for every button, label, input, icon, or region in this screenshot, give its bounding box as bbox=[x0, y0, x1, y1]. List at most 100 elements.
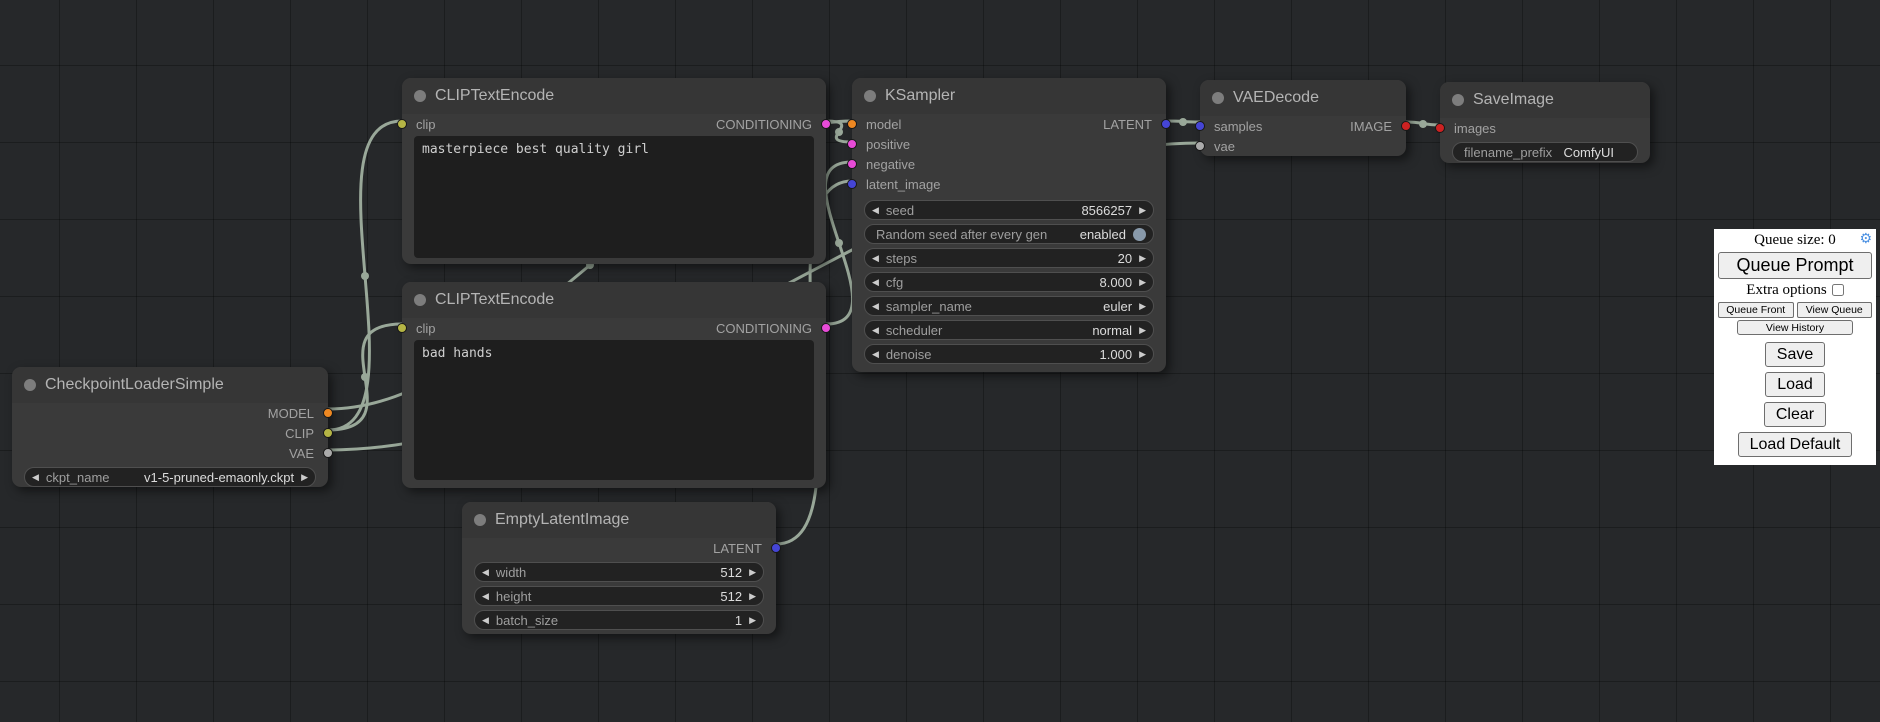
node-title-bar[interactable]: CheckpointLoaderSimple bbox=[12, 367, 328, 403]
input-slot-model[interactable] bbox=[847, 119, 857, 129]
widget-batch-size[interactable]: ◀ batch_size 1 ▶ bbox=[474, 610, 764, 630]
node-collapse-dot[interactable] bbox=[1212, 92, 1224, 104]
extra-options-checkbox[interactable] bbox=[1832, 284, 1844, 296]
increment-arrow-icon[interactable]: ▶ bbox=[1139, 350, 1146, 359]
queue-front-button[interactable]: Queue Front bbox=[1718, 302, 1794, 318]
widget-cfg[interactable]: ◀ cfg 8.000 ▶ bbox=[864, 272, 1154, 292]
link-midpoint-dot bbox=[835, 128, 843, 136]
widget-denoise[interactable]: ◀ denoise 1.000 ▶ bbox=[864, 344, 1154, 364]
output-slot-model[interactable] bbox=[323, 408, 333, 418]
widget-height[interactable]: ◀ height 512 ▶ bbox=[474, 586, 764, 606]
node-empty-latent-image[interactable]: EmptyLatentImage LATENT ◀ width 512 ▶ ◀ … bbox=[462, 502, 776, 634]
widget-label: Random seed after every gen bbox=[876, 227, 1047, 242]
toggle-on-dot[interactable] bbox=[1133, 228, 1146, 241]
node-clip-text-encode-positive[interactable]: CLIPTextEncode clip CONDITIONING masterp… bbox=[402, 78, 826, 264]
input-label-positive: positive bbox=[866, 137, 910, 152]
node-collapse-dot[interactable] bbox=[414, 90, 426, 102]
node-title-bar[interactable]: CLIPTextEncode bbox=[402, 78, 826, 114]
output-label-conditioning: CONDITIONING bbox=[716, 117, 812, 132]
widget-seed[interactable]: ◀ seed 8566257 ▶ bbox=[864, 200, 1154, 220]
widget-value: 512 bbox=[720, 589, 742, 604]
decrement-arrow-icon[interactable]: ◀ bbox=[482, 592, 489, 601]
decrement-arrow-icon[interactable]: ◀ bbox=[872, 254, 879, 263]
node-title-bar[interactable]: KSampler bbox=[852, 78, 1166, 114]
node-collapse-dot[interactable] bbox=[474, 514, 486, 526]
output-slot-vae[interactable] bbox=[323, 448, 333, 458]
decrement-arrow-icon[interactable]: ◀ bbox=[482, 568, 489, 577]
input-slot-negative[interactable] bbox=[847, 159, 857, 169]
widget-steps[interactable]: ◀ steps 20 ▶ bbox=[864, 248, 1154, 268]
node-title: VAEDecode bbox=[1233, 89, 1319, 107]
load-button[interactable]: Load bbox=[1765, 372, 1825, 397]
input-slot-images[interactable] bbox=[1435, 123, 1445, 133]
output-label-clip: CLIP bbox=[285, 426, 314, 441]
widget-sampler-name[interactable]: ◀ sampler_name euler ▶ bbox=[864, 296, 1154, 316]
input-slot-latent-image[interactable] bbox=[847, 179, 857, 189]
decrement-arrow-icon[interactable]: ◀ bbox=[32, 473, 39, 482]
input-slot-positive[interactable] bbox=[847, 139, 857, 149]
node-title: SaveImage bbox=[1473, 91, 1554, 109]
output-slot-conditioning[interactable] bbox=[821, 119, 831, 129]
output-slot-latent[interactable] bbox=[1161, 119, 1171, 129]
node-collapse-dot[interactable] bbox=[1452, 94, 1464, 106]
increment-arrow-icon[interactable]: ▶ bbox=[1139, 278, 1146, 287]
load-default-button[interactable]: Load Default bbox=[1738, 432, 1853, 457]
increment-arrow-icon[interactable]: ▶ bbox=[1139, 302, 1146, 311]
input-slot-clip[interactable] bbox=[397, 119, 407, 129]
queue-prompt-button[interactable]: Queue Prompt bbox=[1718, 252, 1872, 279]
input-label-clip: clip bbox=[416, 321, 436, 336]
widget-random-seed-toggle[interactable]: Random seed after every gen enabled bbox=[864, 224, 1154, 244]
node-save-image[interactable]: SaveImage images filename_prefix ComfyUI bbox=[1440, 82, 1650, 163]
comfyui-menu-panel: Queue size: 0 ⚙ Queue Prompt Extra optio… bbox=[1714, 229, 1876, 465]
decrement-arrow-icon[interactable]: ◀ bbox=[872, 302, 879, 311]
slot-row: negative bbox=[852, 154, 1166, 174]
widget-label: denoise bbox=[886, 347, 932, 362]
increment-arrow-icon[interactable]: ▶ bbox=[749, 616, 756, 625]
node-title-bar[interactable]: VAEDecode bbox=[1200, 80, 1406, 116]
widget-label: cfg bbox=[886, 275, 903, 290]
positive-prompt-textarea[interactable]: masterpiece best quality girl bbox=[414, 136, 814, 258]
node-title-bar[interactable]: CLIPTextEncode bbox=[402, 282, 826, 318]
widget-scheduler[interactable]: ◀ scheduler normal ▶ bbox=[864, 320, 1154, 340]
increment-arrow-icon[interactable]: ▶ bbox=[749, 568, 756, 577]
view-history-button[interactable]: View History bbox=[1737, 320, 1853, 335]
node-clip-text-encode-negative[interactable]: CLIPTextEncode clip CONDITIONING bad han… bbox=[402, 282, 826, 488]
clear-button[interactable]: Clear bbox=[1764, 402, 1826, 427]
node-checkpoint-loader-simple[interactable]: CheckpointLoaderSimple MODEL CLIP VAE ◀ … bbox=[12, 367, 328, 487]
node-title-bar[interactable]: EmptyLatentImage bbox=[462, 502, 776, 538]
node-vae-decode[interactable]: VAEDecode samples IMAGE vae bbox=[1200, 80, 1406, 156]
decrement-arrow-icon[interactable]: ◀ bbox=[872, 278, 879, 287]
input-slot-vae[interactable] bbox=[1195, 141, 1205, 151]
node-collapse-dot[interactable] bbox=[24, 379, 36, 391]
decrement-arrow-icon[interactable]: ◀ bbox=[482, 616, 489, 625]
node-graph-canvas[interactable]: { "colors": { "model": "#ee8822", "clip"… bbox=[0, 0, 1880, 722]
decrement-arrow-icon[interactable]: ◀ bbox=[872, 350, 879, 359]
input-slot-samples[interactable] bbox=[1195, 121, 1205, 131]
increment-arrow-icon[interactable]: ▶ bbox=[749, 592, 756, 601]
view-queue-button[interactable]: View Queue bbox=[1797, 302, 1873, 318]
node-ksampler[interactable]: KSampler model LATENT positive negative … bbox=[852, 78, 1166, 372]
output-slot-clip[interactable] bbox=[323, 428, 333, 438]
negative-prompt-textarea[interactable]: bad hands bbox=[414, 340, 814, 480]
decrement-arrow-icon[interactable]: ◀ bbox=[872, 326, 879, 335]
node-collapse-dot[interactable] bbox=[414, 294, 426, 306]
output-slot-conditioning[interactable] bbox=[821, 323, 831, 333]
extra-options-label: Extra options bbox=[1746, 282, 1826, 299]
settings-gear-icon[interactable]: ⚙ bbox=[1859, 232, 1872, 246]
increment-arrow-icon[interactable]: ▶ bbox=[1139, 254, 1146, 263]
node-title-bar[interactable]: SaveImage bbox=[1440, 82, 1650, 118]
decrement-arrow-icon[interactable]: ◀ bbox=[872, 206, 879, 215]
save-button[interactable]: Save bbox=[1765, 342, 1825, 367]
widget-width[interactable]: ◀ width 512 ▶ bbox=[474, 562, 764, 582]
output-label-latent: LATENT bbox=[713, 541, 762, 556]
output-slot-latent[interactable] bbox=[771, 543, 781, 553]
node-collapse-dot[interactable] bbox=[864, 90, 876, 102]
increment-arrow-icon[interactable]: ▶ bbox=[1139, 206, 1146, 215]
increment-arrow-icon[interactable]: ▶ bbox=[1139, 326, 1146, 335]
output-slot-image[interactable] bbox=[1401, 121, 1411, 131]
increment-arrow-icon[interactable]: ▶ bbox=[301, 473, 308, 482]
widget-filename-prefix[interactable]: filename_prefix ComfyUI bbox=[1452, 142, 1638, 162]
link-midpoint-dot bbox=[1419, 120, 1427, 128]
widget-ckpt-name[interactable]: ◀ ckpt_name v1-5-pruned-emaonly.ckpt ▶ bbox=[24, 467, 316, 487]
input-slot-clip[interactable] bbox=[397, 323, 407, 333]
